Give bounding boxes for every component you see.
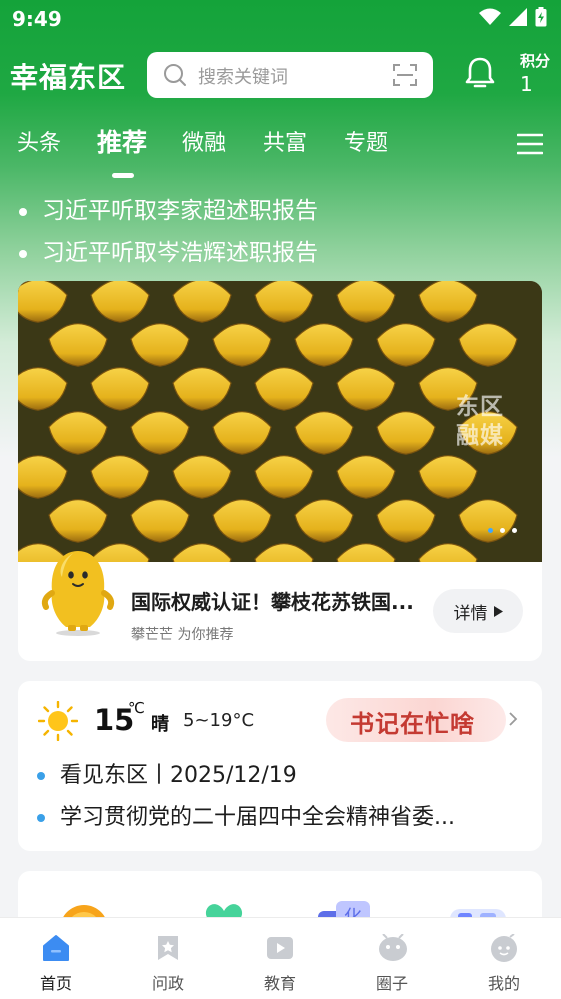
secretary-promo-banner[interactable]: 书记在忙啥 bbox=[326, 698, 506, 742]
recommendation-source: 攀芒芒 为你推荐 bbox=[131, 627, 234, 643]
weather-condition: 晴 bbox=[151, 714, 169, 735]
search-placeholder: 搜索关键词 bbox=[198, 67, 288, 88]
play-arrow-icon bbox=[493, 605, 503, 617]
search-input[interactable]: 搜索关键词 bbox=[147, 52, 433, 98]
app-title: 幸福东区 bbox=[10, 61, 127, 94]
scan-icon[interactable] bbox=[393, 63, 417, 87]
recommendation-title[interactable]: 国际权威认证！攀枝花苏铁国... bbox=[131, 586, 414, 615]
home-icon bbox=[43, 935, 69, 961]
detail-label: 详情 bbox=[453, 603, 488, 624]
carousel-dots bbox=[488, 528, 517, 533]
tab-indicator bbox=[112, 173, 134, 178]
nav-label: 问政 bbox=[151, 974, 184, 993]
nav-label: 圈子 bbox=[375, 974, 408, 993]
signal-icon bbox=[509, 8, 527, 26]
battery-icon bbox=[535, 7, 547, 27]
circle-community-icon bbox=[379, 934, 407, 961]
tab-topics[interactable]: 专题 bbox=[344, 125, 388, 157]
sunny-icon bbox=[38, 701, 78, 741]
tab-weirong[interactable]: 微融 bbox=[182, 125, 226, 157]
promo-text: 书记在忙啥 bbox=[350, 709, 475, 738]
carousel-dot bbox=[512, 528, 517, 533]
points-label: 积分 bbox=[520, 52, 551, 70]
banner-image[interactable]: 东区 融媒 bbox=[18, 281, 542, 562]
temperature-unit: ℃ bbox=[128, 699, 145, 717]
profile-icon bbox=[491, 934, 517, 962]
news-item[interactable]: 看见东区丨2025/12/19 bbox=[36, 756, 297, 796]
category-tabs: 头条 推荐 微融 共富 专题 bbox=[0, 123, 561, 178]
nav-circle[interactable]: 圈子 bbox=[336, 918, 448, 999]
mango-mascot-icon bbox=[41, 551, 115, 636]
status-time: 9:49 bbox=[12, 7, 62, 31]
detail-button[interactable]: 详情 bbox=[433, 589, 523, 633]
nav-label: 教育 bbox=[263, 974, 296, 993]
nav-label: 首页 bbox=[39, 974, 72, 993]
tab-headlines[interactable]: 头条 bbox=[17, 125, 61, 157]
headline-list: 习近平听取李家超述职报告 习近平听取岑浩辉述职报告 bbox=[18, 192, 318, 276]
chevron-right-icon[interactable] bbox=[508, 711, 518, 727]
points-counter[interactable]: 积分 1 bbox=[520, 50, 550, 96]
nav-profile[interactable]: 我的 bbox=[448, 918, 560, 999]
media-watermark: 东区 融媒 bbox=[456, 394, 504, 449]
wifi-icon bbox=[479, 8, 501, 25]
video-play-icon bbox=[267, 937, 293, 959]
status-icons bbox=[479, 7, 547, 27]
status-bar: 9:49 bbox=[0, 0, 561, 38]
news-item[interactable]: 学习贯彻党的二十届四中全会精神省委... bbox=[36, 798, 455, 838]
carousel-dot bbox=[488, 528, 493, 533]
nav-wenzheng[interactable]: 问政 bbox=[112, 918, 224, 999]
nav-label: 我的 bbox=[487, 974, 520, 993]
nav-home[interactable]: 首页 bbox=[0, 918, 112, 999]
menu-icon[interactable] bbox=[517, 133, 543, 155]
weather-news-card: 15 ℃ 晴 5~19°C 书记在忙啥 看见东区丨2025/12/19 学习贯彻… bbox=[18, 681, 542, 851]
headline-item[interactable]: 习近平听取李家超述职报告 bbox=[18, 192, 318, 234]
app-header: 幸福东区 搜索关键词 积分 1 bbox=[0, 44, 561, 106]
temperature-range: 5~19°C bbox=[183, 710, 255, 731]
carousel-dot bbox=[500, 528, 505, 533]
points-value: 1 bbox=[520, 72, 533, 96]
headline-item[interactable]: 习近平听取岑浩辉述职报告 bbox=[18, 234, 318, 276]
bookmark-star-icon bbox=[158, 936, 178, 960]
nav-education[interactable]: 教育 bbox=[224, 918, 336, 999]
tab-gongfu[interactable]: 共富 bbox=[263, 125, 307, 157]
search-icon bbox=[164, 64, 186, 86]
bell-icon[interactable] bbox=[464, 56, 496, 90]
recommendation-card[interactable]: 东区 融媒 国际权威认证！攀枝花苏铁国... 攀芒芒 为你推荐 详情 bbox=[18, 281, 542, 661]
bottom-navigation: 首页 问政 教育 圈子 我的 bbox=[0, 917, 561, 999]
tab-recommended[interactable]: 推荐 bbox=[97, 123, 147, 159]
